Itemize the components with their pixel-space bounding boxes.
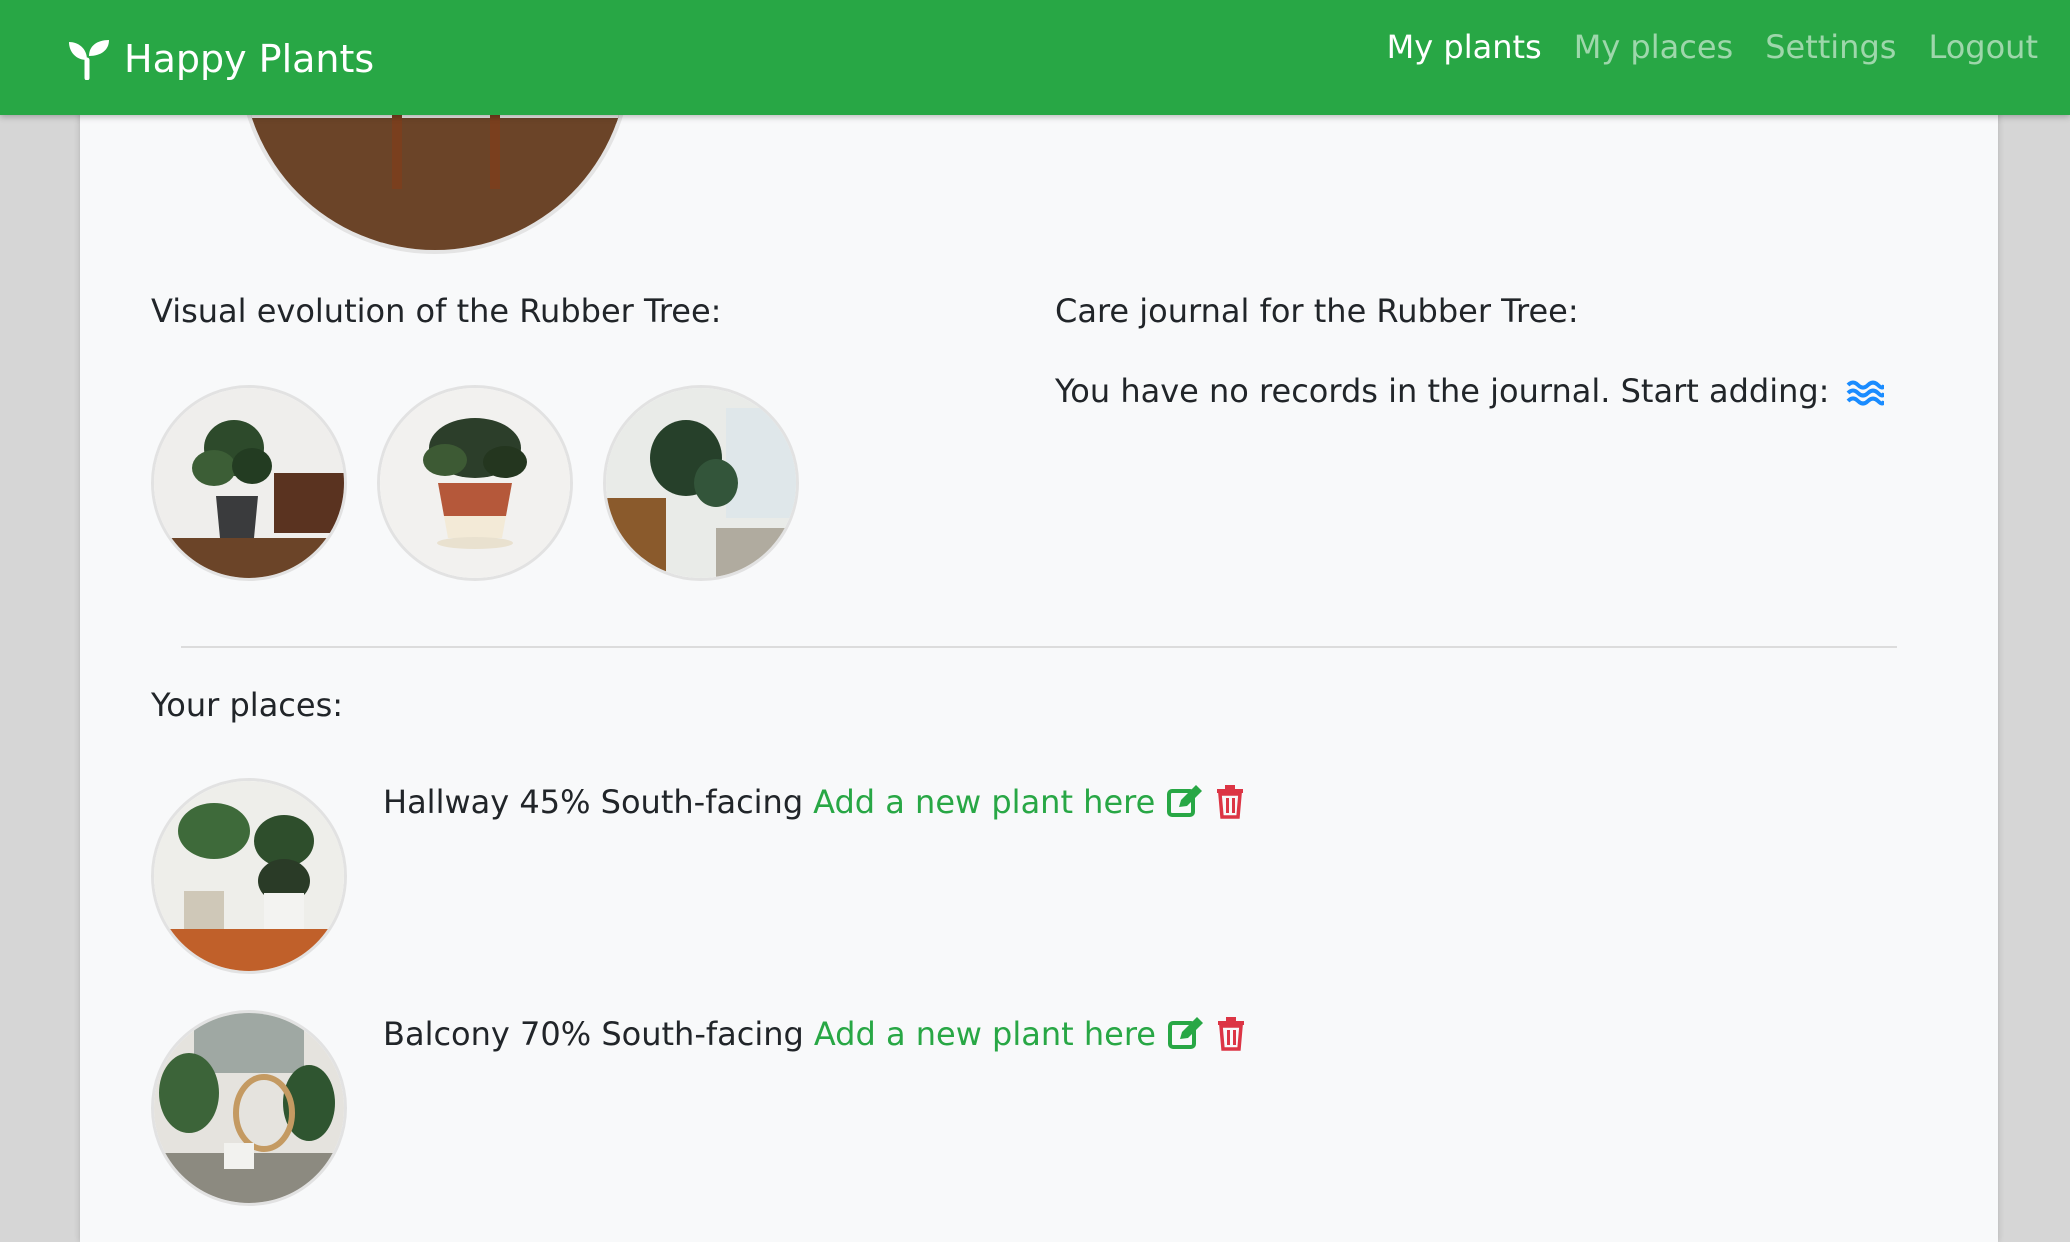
nav-my-plants[interactable]: My plants [1387,28,1542,66]
journal-empty-message: You have no records in the journal. Star… [1055,372,1884,410]
main-card: Visual evolution of the Rubber Tree: Car… [80,0,1998,1242]
place-light: 45% [519,783,591,821]
nav-settings[interactable]: Settings [1765,28,1896,66]
nav-logout[interactable]: Logout [1928,28,2038,66]
edit-icon[interactable] [1167,1017,1204,1051]
evolution-photo[interactable] [151,385,347,581]
evolution-heading: Visual evolution of the Rubber Tree: [151,292,722,330]
place-name: Balcony [383,1015,510,1053]
water-icon[interactable] [1846,378,1884,408]
section-divider [181,646,1897,648]
evolution-photo[interactable] [603,385,799,581]
place-light: 70% [520,1015,592,1053]
journal-empty-text: You have no records in the journal. Star… [1055,372,1830,410]
place-photo[interactable] [151,778,347,974]
place-name: Hallway [383,783,510,821]
edit-icon[interactable] [1167,785,1203,819]
seedling-icon [68,38,110,80]
place-orientation: South-facing [600,783,804,821]
app-title: Happy Plants [124,37,375,81]
place-row: Hallway 45% South-facing Add a new plant… [383,783,1245,821]
place-photo[interactable] [151,1010,347,1206]
evolution-photo[interactable] [377,385,573,581]
add-plant-link[interactable]: Add a new plant here [814,1015,1156,1053]
places-heading: Your places: [151,686,344,724]
trash-icon[interactable] [1215,785,1245,819]
add-plant-link[interactable]: Add a new plant here [813,783,1155,821]
nav-my-places[interactable]: My places [1574,28,1733,66]
nav-menu: My plants My places Settings Logout [1387,28,2038,66]
brand-link[interactable]: Happy Plants [68,24,374,94]
journal-heading: Care journal for the Rubber Tree: [1055,292,1579,330]
top-navbar: Happy Plants My plants My places Setting… [0,0,2070,115]
place-orientation: South-facing [601,1015,804,1053]
place-row: Balcony 70% South-facing Add a new plant… [383,1015,1246,1053]
trash-icon[interactable] [1216,1017,1246,1051]
